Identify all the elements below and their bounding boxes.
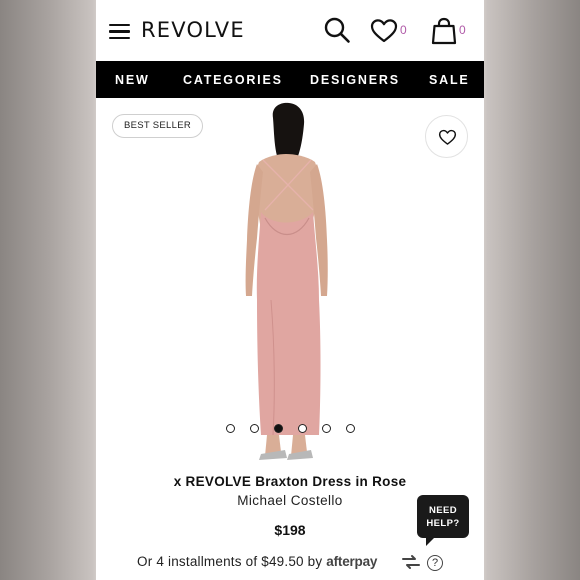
- product-title: x REVOLVE Braxton Dress in Rose: [173, 474, 407, 489]
- nav-new[interactable]: NEW: [115, 73, 150, 87]
- best-seller-badge: BEST SELLER: [112, 114, 204, 138]
- wishlist-heart-icon[interactable]: [370, 18, 398, 44]
- afterpay-help-icon[interactable]: ?: [427, 555, 443, 571]
- top-bar: REVOLVE 0 0: [96, 0, 484, 61]
- nav-categories[interactable]: CATEGORIES: [183, 73, 283, 87]
- wishlist-count: 0: [400, 23, 407, 37]
- carousel-dot-5[interactable]: [322, 424, 331, 433]
- product-image[interactable]: [231, 100, 341, 465]
- installments-text: Or 4 installments of $49.50 by: [137, 554, 323, 569]
- need-help-button[interactable]: NEED HELP?: [417, 495, 469, 546]
- need-help-line2: HELP?: [426, 518, 460, 529]
- carousel-dot-6[interactable]: [346, 424, 355, 433]
- main-navigation: NEW CATEGORIES DESIGNERS SALE: [96, 61, 484, 98]
- installments-info: Or 4 installments of $49.50 by afterpay: [137, 554, 377, 569]
- carousel-dot-3[interactable]: [274, 424, 283, 433]
- carousel-dot-1[interactable]: [226, 424, 235, 433]
- afterpay-label[interactable]: afterpay: [326, 554, 377, 569]
- nav-sale[interactable]: SALE: [429, 73, 470, 87]
- afterpay-arrows-icon: [402, 555, 420, 569]
- carousel-dot-2[interactable]: [250, 424, 259, 433]
- need-help-line1: NEED: [429, 505, 457, 516]
- menu-icon[interactable]: [109, 24, 130, 40]
- search-icon[interactable]: [323, 16, 351, 44]
- nav-designers[interactable]: DESIGNERS: [310, 73, 400, 87]
- bag-count: 0: [459, 23, 466, 37]
- shopping-bag-icon[interactable]: [431, 17, 457, 45]
- product-page: REVOLVE 0 0 NEW CATEGORIES DESIGNERS SAL…: [96, 0, 484, 580]
- add-to-wishlist-button[interactable]: [425, 115, 468, 158]
- brand-logo[interactable]: REVOLVE: [141, 18, 245, 42]
- carousel-dot-4[interactable]: [298, 424, 307, 433]
- heart-icon: [438, 129, 457, 145]
